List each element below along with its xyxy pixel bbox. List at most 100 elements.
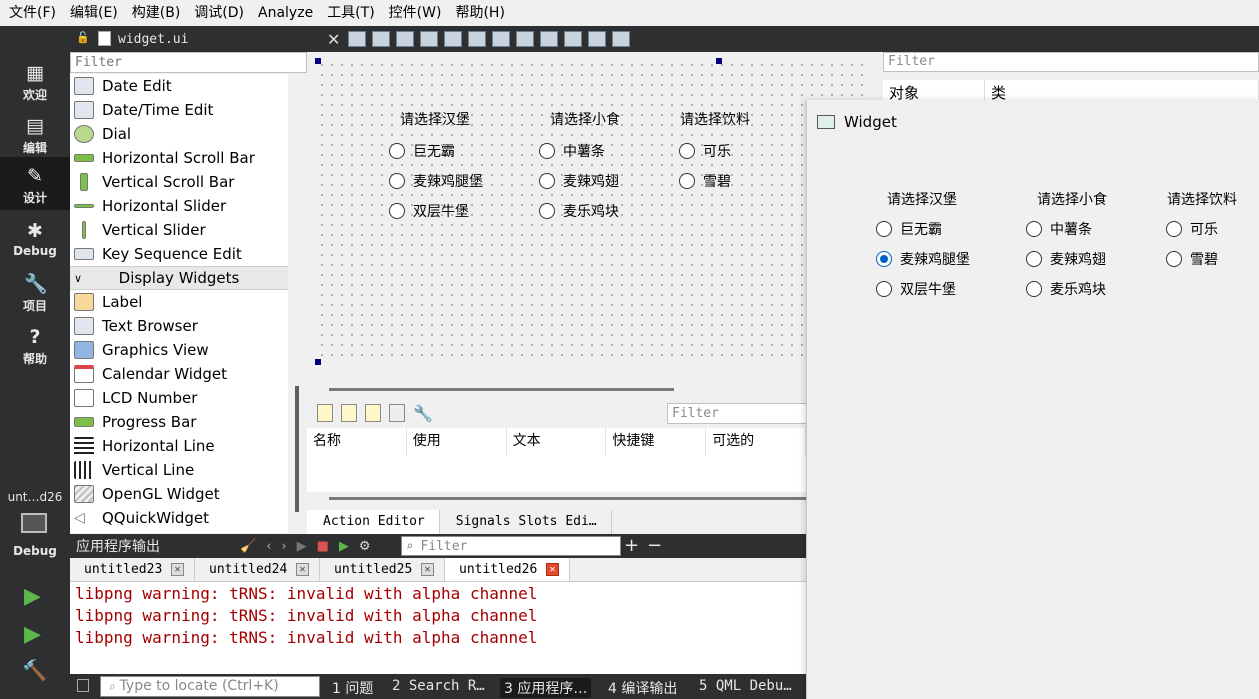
output-filter[interactable]: ⌕ Filter bbox=[401, 536, 621, 556]
radio-button[interactable] bbox=[389, 143, 405, 159]
action-editor-scrollbar[interactable] bbox=[307, 492, 806, 510]
build-hammer-icon[interactable]: 🔨 bbox=[22, 658, 47, 682]
widget-item[interactable]: Date Edit bbox=[70, 74, 288, 98]
tab-action-editor[interactable]: Action Editor bbox=[307, 510, 440, 534]
menu-file[interactable]: 文件(F) bbox=[2, 0, 63, 26]
configure-wrench-icon[interactable]: 🔧 bbox=[413, 404, 433, 423]
radio-option[interactable]: 双层牛堡 bbox=[389, 196, 483, 226]
radio-option[interactable]: 麦乐鸡块 bbox=[1026, 274, 1106, 304]
widget-item[interactable]: Vertical Slider bbox=[70, 218, 288, 242]
layout-vertical-icon[interactable] bbox=[468, 31, 487, 47]
widget-item[interactable]: Horizontal Line bbox=[70, 434, 288, 458]
mode-design[interactable]: ✎ 设计 bbox=[0, 157, 70, 210]
radio-button[interactable] bbox=[389, 173, 405, 189]
close-icon[interactable]: ✕ bbox=[546, 563, 559, 576]
tab-signals-slots[interactable]: Signals Slots Edi… bbox=[440, 510, 612, 534]
pane-issues[interactable]: 1 问题 bbox=[332, 678, 373, 698]
widget-item[interactable]: Calendar Widget bbox=[70, 362, 288, 386]
break-layout-icon[interactable] bbox=[588, 31, 607, 47]
close-icon[interactable]: ✕ bbox=[171, 563, 184, 576]
radio-option[interactable]: 双层牛堡 bbox=[876, 274, 970, 304]
tab-untitled24[interactable]: untitled24 ✕ bbox=[195, 558, 320, 581]
radio-button[interactable] bbox=[876, 221, 892, 237]
monitor-icon[interactable] bbox=[21, 513, 47, 533]
widget-item[interactable]: Progress Bar bbox=[70, 410, 288, 434]
toggle-sidebar-icon[interactable] bbox=[77, 679, 89, 692]
radio-option[interactable]: 巨无霸 bbox=[389, 136, 483, 166]
menu-edit[interactable]: 编辑(E) bbox=[63, 0, 125, 26]
attach-debugger-icon[interactable]: ▶ bbox=[339, 539, 349, 554]
close-icon[interactable]: ✕ bbox=[296, 563, 309, 576]
adjust-size-icon[interactable] bbox=[612, 31, 631, 47]
radio-button[interactable] bbox=[1026, 281, 1042, 297]
menu-analyze[interactable]: Analyze bbox=[251, 0, 320, 26]
layout-grid-icon[interactable] bbox=[564, 31, 583, 47]
resize-handle[interactable] bbox=[716, 58, 722, 64]
column-name[interactable]: 名称 bbox=[307, 428, 407, 456]
design-form[interactable]: 请选择汉堡 巨无霸 麦辣鸡腿堡 双层牛堡 请选择小食 中薯条 麦辣鸡翅 麦乐鸡块… bbox=[317, 60, 863, 363]
layout-horizontal-icon[interactable] bbox=[444, 31, 463, 47]
edit-buddies-icon[interactable] bbox=[396, 31, 415, 47]
widget-item[interactable]: Horizontal Slider bbox=[70, 194, 288, 218]
stop-icon[interactable]: ■ bbox=[317, 539, 329, 554]
mode-edit[interactable]: ▤ 编辑 bbox=[0, 107, 70, 160]
widget-item[interactable]: OpenGL Widget bbox=[70, 482, 288, 506]
column-text[interactable]: 文本 bbox=[507, 428, 607, 456]
action-editor-filter[interactable]: Filter bbox=[667, 403, 807, 424]
radio-button[interactable] bbox=[1166, 251, 1182, 267]
radio-button[interactable] bbox=[679, 173, 695, 189]
scrollbar-thumb[interactable] bbox=[295, 386, 299, 512]
widget-item[interactable]: Date/Time Edit bbox=[70, 98, 288, 122]
mode-help[interactable]: ? 帮助 bbox=[0, 318, 70, 371]
widget-item[interactable]: Graphics View bbox=[70, 338, 288, 362]
layout-split-v-icon[interactable] bbox=[516, 31, 535, 47]
radio-button[interactable] bbox=[389, 203, 405, 219]
radio-button[interactable] bbox=[679, 143, 695, 159]
previous-icon[interactable]: ‹ bbox=[266, 539, 271, 554]
radio-button[interactable] bbox=[539, 143, 555, 159]
pane-qml-debugger[interactable]: 5 QML Debu… bbox=[699, 678, 792, 694]
rerun-icon[interactable]: ▶ bbox=[297, 539, 307, 554]
close-icon[interactable]: ✕ bbox=[421, 563, 434, 576]
tab-untitled26[interactable]: untitled26 ✕ bbox=[445, 558, 570, 581]
settings-gear-icon[interactable]: ⚙ bbox=[359, 539, 371, 554]
widget-item[interactable]: Dial bbox=[70, 122, 288, 146]
window-titlebar[interactable]: Widget bbox=[807, 100, 1259, 144]
edit-signals-icon[interactable] bbox=[372, 31, 391, 47]
menu-tools[interactable]: 工具(T) bbox=[320, 0, 381, 26]
layout-split-h-icon[interactable] bbox=[492, 31, 511, 47]
widget-item[interactable]: Text Browser bbox=[70, 314, 288, 338]
radio-option[interactable]: 雪碧 bbox=[679, 166, 731, 196]
radio-button[interactable] bbox=[539, 203, 555, 219]
radio-option[interactable]: 雪碧 bbox=[1166, 244, 1218, 274]
pane-application-output[interactable]: 3 应用程序… bbox=[500, 678, 592, 698]
copy-action-icon[interactable] bbox=[341, 404, 357, 422]
widget-filter-input[interactable] bbox=[71, 53, 306, 72]
radio-button[interactable] bbox=[1026, 251, 1042, 267]
edit-tab-order-icon[interactable] bbox=[420, 31, 439, 47]
radio-button[interactable] bbox=[539, 173, 555, 189]
scrollbar-thumb[interactable] bbox=[329, 388, 674, 391]
widget-item[interactable]: Label bbox=[70, 290, 288, 314]
menu-build[interactable]: 构建(B) bbox=[125, 0, 188, 26]
radio-option[interactable]: 中薯条 bbox=[1026, 214, 1106, 244]
layout-form-icon[interactable] bbox=[540, 31, 559, 47]
scrollbar-thumb[interactable] bbox=[329, 497, 806, 500]
tab-untitled25[interactable]: untitled25 ✕ bbox=[320, 558, 445, 581]
radio-option[interactable]: 可乐 bbox=[1166, 214, 1218, 244]
widget-item[interactable]: LCD Number bbox=[70, 386, 288, 410]
widget-box-scrollbar[interactable] bbox=[288, 74, 307, 533]
radio-option[interactable]: 麦辣鸡翅 bbox=[539, 166, 619, 196]
paste-action-icon[interactable] bbox=[365, 404, 381, 422]
zoom-in-icon[interactable]: + bbox=[624, 535, 639, 556]
radio-button[interactable] bbox=[876, 281, 892, 297]
menu-debug[interactable]: 调试(D) bbox=[187, 0, 251, 26]
widget-item[interactable]: Key Sequence Edit bbox=[70, 242, 288, 266]
resize-handle[interactable] bbox=[315, 58, 321, 64]
locator-input[interactable]: ⌕ Type to locate (Ctrl+K) bbox=[100, 676, 320, 697]
category-display-widgets[interactable]: ∨ Display Widgets bbox=[70, 266, 288, 290]
object-inspector-filter[interactable]: Filter bbox=[883, 52, 1259, 72]
widget-item[interactable]: Vertical Scroll Bar bbox=[70, 170, 288, 194]
run-icon[interactable]: ▶ bbox=[24, 584, 41, 609]
mode-projects[interactable]: 🔧 项目 bbox=[0, 265, 70, 318]
